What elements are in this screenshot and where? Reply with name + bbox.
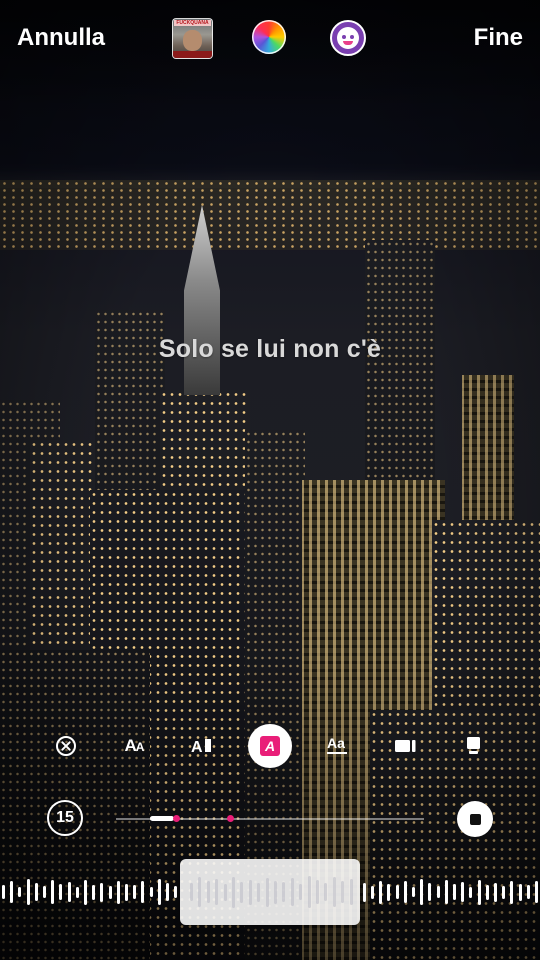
waveform-bar (535, 881, 538, 903)
selected-waveform-bar (299, 884, 303, 900)
waveform-bar (149, 887, 153, 897)
waveform-bar (453, 884, 456, 900)
text-size-label: AA (124, 736, 145, 755)
waveform-bar (141, 881, 145, 903)
waveform-bar (436, 886, 440, 898)
thumbnail-band (173, 51, 212, 58)
highlight-a-glyph: A (260, 736, 280, 756)
waveform-bar (157, 879, 161, 905)
waveform-bar (10, 881, 14, 903)
top-bar: Annulla FUCKQUANA Fine (0, 0, 540, 80)
selected-waveform-bar (290, 878, 294, 906)
done-button[interactable]: Fine (474, 24, 523, 52)
thumbnail-face (183, 30, 202, 51)
selected-waveform-bar (341, 881, 345, 903)
selected-waveform-bar (274, 880, 277, 904)
selected-waveform-bar (240, 881, 244, 903)
face-effects-icon[interactable] (330, 20, 366, 56)
waveform-bar (428, 883, 432, 901)
waveform-bar (444, 880, 448, 904)
card-layout-icon[interactable] (452, 724, 496, 768)
waveform-bar (51, 880, 55, 904)
color-wheel-icon[interactable] (252, 20, 286, 54)
selected-waveform-bar (248, 879, 252, 905)
waveform-bar (174, 886, 178, 898)
waveform-bar (379, 880, 383, 904)
highlight-a-icon[interactable]: A (248, 724, 292, 768)
waveform-bar (166, 883, 169, 901)
selected-waveform-bar (223, 883, 227, 901)
svg-text:A: A (191, 739, 203, 755)
waveform-bar (510, 880, 514, 904)
waveform-bar (502, 885, 506, 899)
selected-waveform-bar (316, 880, 319, 904)
waveform-bar (395, 885, 399, 899)
style-toolbar: AA A A Aa (0, 724, 540, 768)
waveform-bar (18, 887, 22, 897)
waveform-bar (403, 881, 407, 903)
waveform-bar (420, 879, 424, 905)
selected-waveform-bar (190, 883, 193, 901)
selected-waveform-bar (282, 882, 286, 902)
waveform-bar (92, 884, 96, 900)
video-layout-icon[interactable] (384, 724, 428, 768)
selected-waveform-bar (265, 877, 269, 907)
waveform-bar (84, 879, 87, 905)
selected-waveform-bar (232, 876, 235, 908)
stop-button[interactable] (457, 801, 493, 837)
waveform-bar (387, 883, 391, 901)
selected-waveform-bar (198, 877, 202, 907)
more-icon[interactable] (521, 724, 540, 768)
text-style-icon[interactable]: Aa (316, 724, 360, 768)
waveform-bar (116, 880, 120, 904)
waveform-bar (100, 882, 104, 902)
waveform-bar (469, 886, 473, 898)
waveform-bar (133, 885, 137, 899)
close-circle-icon[interactable] (44, 724, 88, 768)
waveform-bar (494, 882, 497, 902)
cancel-button[interactable]: Annulla (17, 24, 105, 52)
clip-selector[interactable] (180, 859, 360, 925)
waveform-bar (371, 885, 374, 899)
waveform-bar (75, 886, 79, 898)
timeline-segment (150, 816, 174, 821)
selected-waveform-bar (324, 883, 328, 901)
thumbnail-caption: FUCKQUANA (174, 20, 211, 26)
text-size-icon[interactable]: AA (112, 724, 156, 768)
selected-waveform-bar (307, 876, 311, 908)
waveform-bar (26, 879, 30, 905)
selected-waveform-bar (332, 877, 336, 907)
selected-waveform-bar (349, 879, 353, 905)
timeline-marker[interactable] (227, 815, 234, 822)
waveform-bar (461, 882, 465, 902)
selected-waveform-bar (206, 881, 210, 903)
timeline-marker[interactable] (173, 815, 180, 822)
waveform-bar (362, 882, 366, 902)
waveform-bar (59, 884, 63, 900)
waveform-bar (485, 884, 489, 900)
selected-waveform-bar (215, 879, 219, 905)
waveform-bar (34, 883, 38, 901)
waveform-bar (477, 879, 481, 905)
album-cover-thumbnail[interactable]: FUCKQUANA (172, 18, 213, 59)
timeline-track[interactable] (116, 815, 424, 822)
waveform-bar (43, 886, 46, 898)
duration-button[interactable]: 15 (47, 800, 83, 836)
face-glyph (337, 27, 359, 49)
waveform-bar (108, 885, 112, 899)
waveform-bar (67, 882, 71, 902)
selected-waveform-bar (257, 882, 261, 902)
lyric-text[interactable]: Solo se lui non c'è (0, 335, 540, 364)
waveform-bar (2, 885, 5, 899)
waveform-bar (518, 883, 522, 901)
text-cursor-icon[interactable]: A (181, 724, 225, 768)
svg-text:Aa: Aa (327, 735, 345, 751)
stop-icon (469, 813, 481, 825)
waveform-bar (125, 883, 128, 901)
waveform-bar (412, 887, 415, 897)
waveform-bar (526, 885, 530, 899)
